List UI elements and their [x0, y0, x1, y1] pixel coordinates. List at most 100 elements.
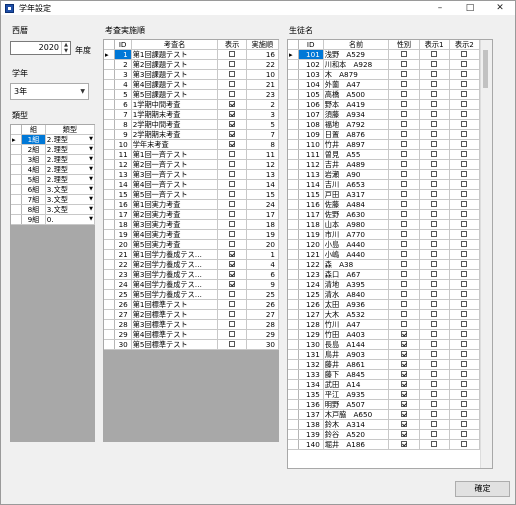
exam-name[interactable]: 2学期中間考査	[131, 119, 219, 131]
student-id[interactable]: 124	[298, 279, 324, 291]
exam-show-checkbox[interactable]	[229, 241, 236, 248]
exam-row[interactable]: 16 第1回実力考査 24	[104, 199, 280, 211]
student-id[interactable]: 136	[298, 399, 324, 411]
student-id[interactable]: 133	[298, 369, 324, 381]
student-id[interactable]: 130	[298, 339, 324, 351]
show2-checkbox[interactable]	[461, 281, 468, 288]
exam-name[interactable]: 第1回実力考査	[131, 199, 219, 211]
show1-checkbox[interactable]	[431, 391, 438, 398]
exam-name[interactable]: 2学期期末考査	[131, 129, 219, 141]
student-id[interactable]: 116	[298, 199, 324, 211]
student-name[interactable]: 山本 A980	[323, 219, 390, 231]
exam-row[interactable]: 2 第2回課題テスト 22	[104, 59, 280, 71]
type-dropdown[interactable]: 2.理型 ▼	[45, 164, 96, 176]
student-row[interactable]: 107 須藤 A934	[288, 109, 481, 121]
student-name[interactable]: 市川 A770	[323, 229, 390, 241]
show1-checkbox[interactable]	[431, 61, 438, 68]
show2-checkbox[interactable]	[461, 361, 468, 368]
exam-row[interactable]: 24 第4回学力養成テス… 9	[104, 279, 280, 291]
exam-name[interactable]: 第4回実力考査	[131, 229, 219, 241]
exam-row[interactable]: 23 第3回学力養成テス… 6	[104, 269, 280, 281]
exam-show-checkbox[interactable]	[229, 311, 236, 318]
student-row[interactable]: 104 外薗 A47	[288, 79, 481, 91]
exam-show-checkbox[interactable]	[229, 161, 236, 168]
exam-order[interactable]: 5	[246, 119, 280, 131]
gender-checkbox[interactable]	[400, 191, 407, 198]
exam-row[interactable]: 15 第5回一斉テスト 15	[104, 189, 280, 201]
gender-checkbox[interactable]	[400, 401, 407, 408]
student-name[interactable]: 浅野 A529	[323, 49, 390, 61]
scrollbar-thumb[interactable]	[483, 50, 488, 88]
gender-checkbox[interactable]	[400, 281, 407, 288]
type-dropdown[interactable]: 2.理型 ▼	[45, 174, 96, 186]
exam-order[interactable]: 14	[246, 179, 280, 191]
gender-checkbox[interactable]	[400, 231, 407, 238]
gender-checkbox[interactable]	[400, 91, 407, 98]
exam-row[interactable]: 3 第3回課題テスト 10	[104, 69, 280, 81]
show1-checkbox[interactable]	[431, 231, 438, 238]
show1-checkbox[interactable]	[431, 421, 438, 428]
exam-row[interactable]: 27 第2回標準テスト 27	[104, 309, 280, 321]
student-name[interactable]: 竹井 A897	[323, 139, 390, 151]
show2-checkbox[interactable]	[461, 71, 468, 78]
exam-order[interactable]: 23	[246, 89, 280, 101]
show1-checkbox[interactable]	[431, 271, 438, 278]
student-name[interactable]: 須藤 A934	[323, 109, 390, 121]
exam-id[interactable]: 12	[114, 159, 132, 171]
student-name[interactable]: 小島 A440	[323, 239, 390, 251]
exam-name[interactable]: 第4回一斉テスト	[131, 179, 219, 191]
exam-show-checkbox[interactable]	[229, 131, 236, 138]
show2-checkbox[interactable]	[461, 321, 468, 328]
exam-show-checkbox[interactable]	[229, 111, 236, 118]
exam-order[interactable]: 1	[246, 249, 280, 261]
exam-row[interactable]: 21 第1回学力養成テス… 1	[104, 249, 280, 261]
minimize-button[interactable]: –	[425, 1, 455, 15]
exam-show-checkbox[interactable]	[229, 101, 236, 108]
exam-id[interactable]: 21	[114, 249, 132, 261]
student-id[interactable]: 114	[298, 179, 324, 191]
show1-checkbox[interactable]	[431, 381, 438, 388]
exam-name[interactable]: 第5回一斉テスト	[131, 189, 219, 201]
exam-row[interactable]: 11 第1回一斉テスト 11	[104, 149, 280, 161]
student-row[interactable]: 117 佐野 A630	[288, 209, 481, 221]
show2-checkbox[interactable]	[461, 121, 468, 128]
exam-order[interactable]: 6	[246, 269, 280, 281]
exam-show-checkbox[interactable]	[229, 51, 236, 58]
exam-order[interactable]: 20	[246, 239, 280, 251]
show2-checkbox[interactable]	[461, 141, 468, 148]
exam-order[interactable]: 30	[246, 339, 280, 351]
show1-checkbox[interactable]	[431, 91, 438, 98]
show1-checkbox[interactable]	[431, 191, 438, 198]
student-row[interactable]: 102 川和本 A928	[288, 59, 481, 71]
exam-name[interactable]: 第4回学力養成テス…	[131, 279, 219, 291]
exam-id[interactable]: 23	[114, 269, 132, 281]
student-row[interactable]: 112 吉井 A489	[288, 159, 481, 171]
student-name[interactable]: 小嶋 A440	[323, 249, 390, 261]
exam-id[interactable]: 25	[114, 289, 132, 301]
student-id[interactable]: 101	[298, 49, 324, 61]
student-name[interactable]: 藤下 A845	[323, 369, 390, 381]
exam-show-checkbox[interactable]	[229, 301, 236, 308]
gender-checkbox[interactable]	[400, 341, 407, 348]
class-cell[interactable]: 6組	[21, 184, 46, 196]
type-row[interactable]: 6組 3.文型 ▼	[11, 184, 96, 196]
exam-show-checkbox[interactable]	[229, 321, 236, 328]
show1-checkbox[interactable]	[431, 151, 438, 158]
exam-id[interactable]: 14	[114, 179, 132, 191]
student-id[interactable]: 135	[298, 389, 324, 401]
type-row[interactable]: 8組 3.文型 ▼	[11, 204, 96, 216]
exam-order[interactable]: 15	[246, 189, 280, 201]
exam-name[interactable]: 第3回実力考査	[131, 219, 219, 231]
exam-name[interactable]: 第3回一斉テスト	[131, 169, 219, 181]
show1-checkbox[interactable]	[431, 411, 438, 418]
student-row[interactable]: 109 日置 A876	[288, 129, 481, 141]
gender-checkbox[interactable]	[400, 211, 407, 218]
student-id[interactable]: 119	[298, 229, 324, 241]
student-id[interactable]: 112	[298, 159, 324, 171]
gender-checkbox[interactable]	[400, 131, 407, 138]
gender-checkbox[interactable]	[400, 141, 407, 148]
student-row[interactable]: 108 福地 A792	[288, 119, 481, 131]
student-row[interactable]: 123 森口 A67	[288, 269, 481, 281]
show2-checkbox[interactable]	[461, 241, 468, 248]
gender-checkbox[interactable]	[400, 261, 407, 268]
